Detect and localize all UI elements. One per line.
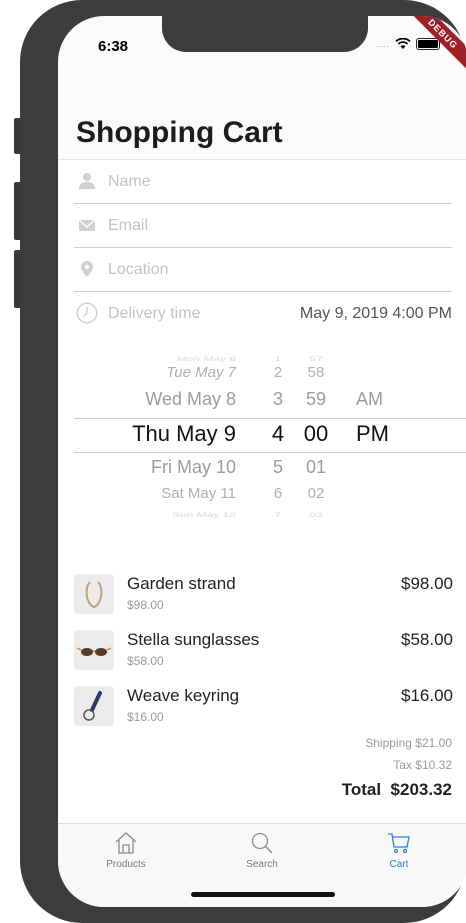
item-price: $16.00 [401,686,453,705]
tax-cost: Tax $10.32 [393,758,452,772]
picker-minute: 02 [307,485,325,502]
picker-day: Mon May 6 [176,355,236,363]
product-thumbnail [74,574,114,614]
picker-day: Tue May 7 [166,364,236,381]
picker-hour: 4 [271,421,285,446]
picker-row-selected[interactable]: Thu May 9 4 00 PM [58,421,466,448]
item-unit-price: $58.00 [127,654,164,668]
tab-label: Cart [389,859,409,870]
picker-hour: 3 [272,389,283,409]
picker-row[interactable]: Fri May 10 5 01 [58,457,466,484]
email-placeholder: Email [108,217,149,234]
picker-ampm: PM [356,421,389,446]
delivery-time-label: Delivery time [108,305,201,322]
picker-row[interactable]: Tue May 7 2 58 [58,364,466,391]
order-total: Total $203.32 [341,780,452,799]
necklace-image [85,581,103,609]
picker-minute: 58 [307,364,325,381]
item-name: Garden strand [127,574,236,593]
search-icon [251,832,273,854]
picker-day: Wed May 8 [145,389,236,409]
location-pin-icon [81,261,93,277]
tab-label: Search [246,859,278,870]
picker-minute: 03 [309,511,323,519]
delivery-time-value: May 9, 2019 4:00 PM [299,305,452,322]
picker-hour: 5 [272,457,283,477]
email-field[interactable]: Email [74,204,452,248]
picker-minute: 57 [309,355,323,363]
picker-hour: 6 [273,485,283,502]
picker-day: Sat May 11 [161,485,236,502]
cart-item[interactable]: Weave keyring $16.00 $16.00 [74,682,453,728]
tab-products[interactable]: Products [76,830,176,870]
cart-item[interactable]: Garden strand $98.00 $98.00 [74,570,453,616]
keyring-image [83,691,102,721]
picker-selection-bottom [74,452,466,453]
person-icon [79,173,95,189]
home-icon [115,832,137,854]
page-title: Shopping Cart [76,116,283,149]
picker-hour: 1 [274,355,282,363]
picker-day: Fri May 10 [150,457,236,477]
item-price: $98.00 [401,574,453,593]
picker-minute: 01 [305,457,327,477]
status-indicators: .... [376,38,441,50]
shipping-cost: Shipping $21.00 [365,736,452,750]
item-name: Weave keyring [127,686,240,705]
item-price: $58.00 [401,630,453,649]
mail-icon [78,219,96,231]
cart-icon [388,833,410,854]
location-placeholder: Location [108,261,169,278]
item-name: Stella sunglasses [127,630,260,649]
clock-icon [76,302,98,324]
cart-item[interactable]: Stella sunglasses $58.00 $58.00 [74,626,453,672]
name-field[interactable]: Name [74,160,452,204]
picker-day: Thu May 9 [132,421,236,446]
product-thumbnail [74,630,114,670]
product-thumbnail [74,686,114,726]
signal-indicator: .... [376,39,391,49]
date-time-picker[interactable]: Mon May 6 1 57 Tue May 7 2 58 Wed May 8 … [58,350,466,530]
picker-hour: 7 [274,511,282,519]
picker-hour: 2 [273,364,283,381]
picker-selection-top [74,418,466,419]
name-placeholder: Name [108,173,151,190]
picker-row[interactable]: Wed May 8 3 59 AM [58,389,466,416]
screen: 6:38 .... DEBUG Shopping Cart Name Email… [58,16,466,907]
sunglasses-image [76,647,112,656]
picker-minute: 59 [305,389,327,409]
picker-row[interactable]: Sun May 12 7 03 [58,508,466,522]
picker-day: Sun May 12 [171,511,236,519]
delivery-time-field[interactable]: Delivery time May 9, 2019 4:00 PM [74,292,452,335]
picker-minute: 00 [303,421,329,446]
tab-cart[interactable]: Cart [349,830,449,870]
status-time: 6:38 [98,38,129,55]
tab-label: Products [106,859,146,870]
picker-ampm: AM [356,389,383,409]
cart-content: Name Email Location Delivery time May 9,… [58,160,466,824]
location-field[interactable]: Location [74,248,452,292]
phone-frame: 6:38 .... DEBUG Shopping Cart Name Email… [20,0,466,923]
notch [162,16,368,52]
item-unit-price: $16.00 [127,710,164,724]
wifi-icon [395,38,411,49]
tab-search[interactable]: Search [212,830,312,870]
battery-icon [416,38,441,50]
item-unit-price: $98.00 [127,598,164,612]
home-indicator[interactable] [191,892,335,897]
